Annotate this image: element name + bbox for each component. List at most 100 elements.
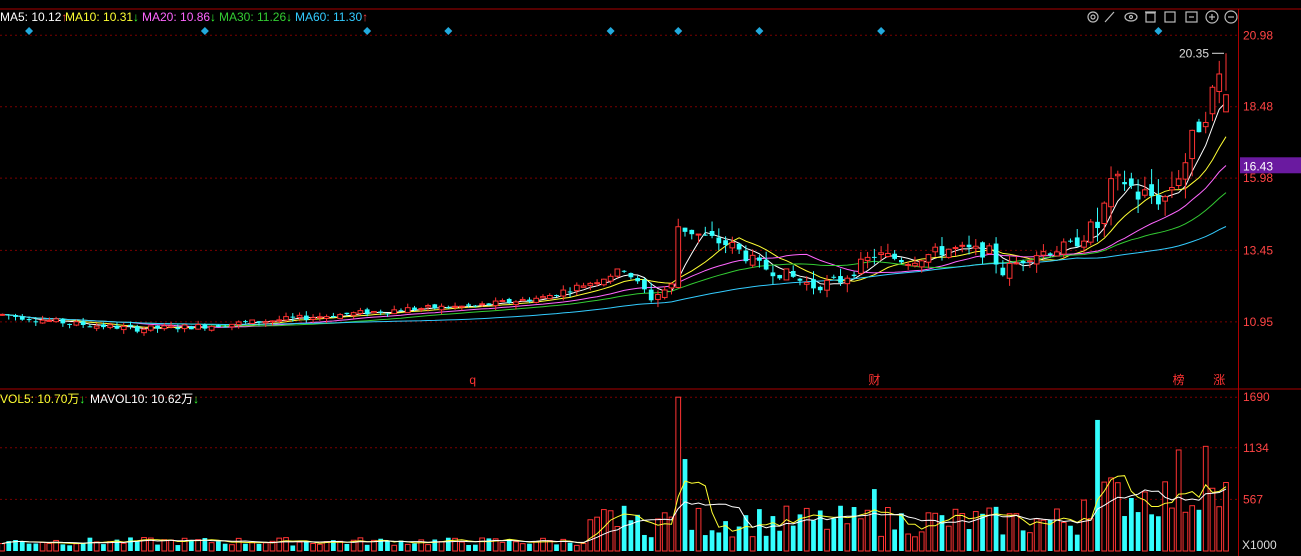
candle-body <box>303 315 309 320</box>
candle-body <box>600 278 607 286</box>
volume-bar <box>39 541 46 552</box>
candle-body <box>418 307 425 310</box>
volume-bar <box>344 544 350 551</box>
ma60-legend: MA60: 11.30↑ <box>295 10 368 24</box>
candle-body <box>371 310 377 314</box>
volume-bar <box>1175 449 1182 552</box>
zoom-in-icon[interactable] <box>1205 10 1219 24</box>
volume-bar <box>1189 505 1196 552</box>
volume-bar <box>364 544 370 551</box>
candle-body <box>101 324 106 328</box>
candle-body <box>628 273 634 278</box>
volume-bar <box>1149 514 1154 551</box>
candle-body <box>479 303 485 306</box>
volume-bar <box>296 541 303 552</box>
volume-bar <box>1182 511 1189 552</box>
volume-bar <box>513 541 519 552</box>
candle-body <box>723 240 728 246</box>
current-price-marker: 16.43 <box>1240 157 1301 174</box>
eye-icon[interactable] <box>1124 12 1138 22</box>
volume-bar <box>466 544 471 551</box>
zoom-out-icon[interactable] <box>1224 10 1238 24</box>
candle-body <box>46 319 53 322</box>
volume-bar <box>621 505 627 551</box>
candle-body <box>432 304 438 309</box>
volume-bar <box>208 542 215 552</box>
candle-body <box>466 304 471 306</box>
candle-body <box>1149 184 1154 197</box>
candle-body <box>350 312 357 316</box>
price-tick-label: 13.45 <box>1243 243 1273 257</box>
volume-bar <box>445 537 451 551</box>
candle-body <box>1162 196 1169 202</box>
layers-icon[interactable] <box>1164 11 1176 23</box>
candle-body <box>716 237 722 244</box>
volume-tick-label: 1690 <box>1243 390 1270 404</box>
volume-bar <box>404 543 411 552</box>
ma60-line <box>1 226 1227 325</box>
volume-bar <box>912 536 918 552</box>
candle-body <box>506 298 512 303</box>
candle-body <box>972 245 979 249</box>
text-icon[interactable] <box>1185 11 1198 23</box>
candle-body <box>695 233 702 236</box>
volume-bar <box>1060 522 1067 552</box>
candle-body <box>296 314 303 318</box>
settings-icon[interactable] <box>1087 11 1099 23</box>
volume-bar <box>168 539 174 552</box>
volume-bar <box>777 530 783 551</box>
volume-bar <box>527 543 532 551</box>
volume-bar <box>1013 513 1020 552</box>
candle-body <box>147 325 154 331</box>
candle-body <box>235 321 242 326</box>
event-diamond-icon <box>25 27 34 35</box>
candle-body <box>141 328 147 334</box>
candle-body <box>114 325 120 329</box>
candle-body <box>642 279 647 290</box>
candle-body <box>202 324 208 329</box>
candle-body <box>783 268 790 281</box>
event-diamond-icon <box>1154 27 1163 35</box>
candle-body <box>391 309 398 315</box>
vol5-legend: VOL5: 10.70万↓ <box>0 392 85 406</box>
volume-bar <box>1095 419 1100 551</box>
event-labels: q财榜涨 <box>469 372 1225 387</box>
candle-body <box>364 309 370 315</box>
candle-body <box>986 245 993 255</box>
candle-body <box>580 285 587 288</box>
current-price-label: 16.43 <box>1243 159 1273 173</box>
candle-body <box>675 226 682 288</box>
candle-body <box>337 314 343 319</box>
candle-body <box>527 299 532 302</box>
volume-bar <box>73 543 80 552</box>
volume-bar <box>844 523 851 552</box>
volume-bar <box>67 545 72 551</box>
candle-body <box>736 243 742 250</box>
candle-body <box>216 325 221 328</box>
volume-bar <box>519 543 526 552</box>
candle-body <box>473 305 478 307</box>
volume-bar <box>790 525 796 551</box>
candle-body <box>959 244 966 247</box>
stock-chart[interactable]: MA5: 10.12↑ MA10: 10.31↓ MA20: 10.86↓ MA… <box>0 0 1301 556</box>
high-marker-label: 20.35 <box>1179 46 1209 60</box>
pen-icon[interactable] <box>1104 11 1115 23</box>
candle-body <box>39 319 46 324</box>
candle-body <box>13 315 18 317</box>
volume-bar <box>878 535 884 552</box>
candle-body <box>458 305 465 308</box>
moving-average-lines <box>1 101 1227 330</box>
candle-body <box>790 271 796 277</box>
volume-bar <box>0 543 5 552</box>
candle-body <box>438 305 445 311</box>
volume-bar <box>26 543 32 551</box>
candle-body <box>878 252 884 255</box>
volume-bar <box>648 537 654 551</box>
event-diamond-icon <box>674 27 683 35</box>
candle-body <box>857 258 864 274</box>
trash-icon[interactable] <box>1145 11 1156 23</box>
volume-bar <box>959 513 966 552</box>
volume-bars <box>0 396 1229 552</box>
candle-body <box>256 321 262 323</box>
candle-body <box>864 256 871 261</box>
